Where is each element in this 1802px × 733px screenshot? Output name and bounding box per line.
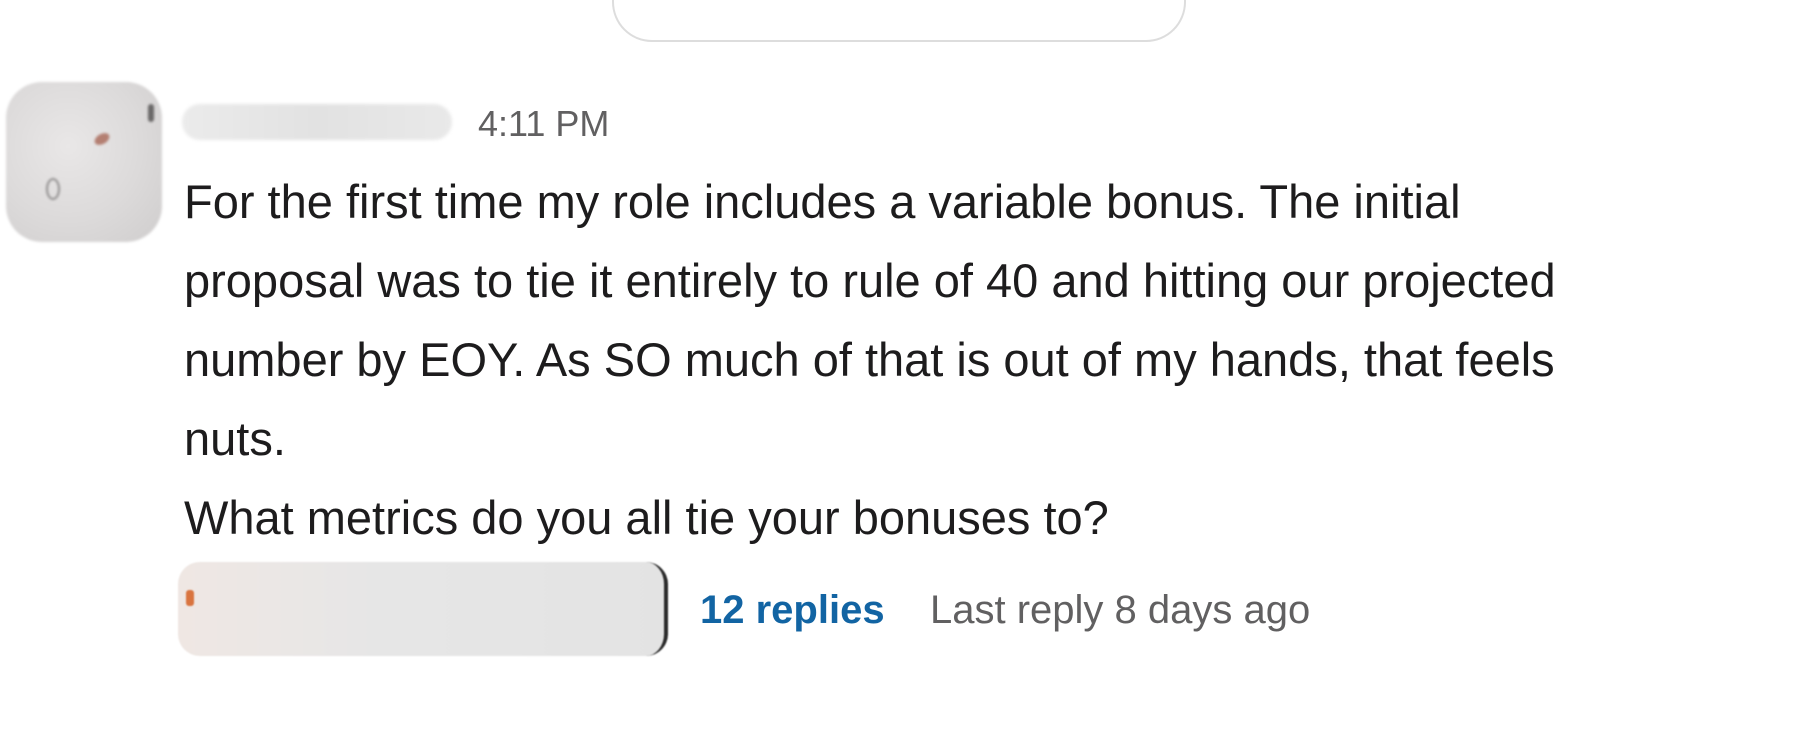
sender-name-redacted[interactable] xyxy=(182,104,452,140)
message-body: For the first time my role includes a va… xyxy=(184,162,1784,557)
date-divider-pill[interactable] xyxy=(612,0,1186,42)
message-line: nuts. xyxy=(184,412,286,465)
thread-replies-link[interactable]: 12 replies xyxy=(700,588,885,632)
avatar-detail xyxy=(46,178,60,200)
message-line: For the first time my role includes a va… xyxy=(184,175,1461,228)
thread-reply-avatars-redacted[interactable] xyxy=(178,562,668,656)
thread-last-reply-text: Last reply 8 days ago xyxy=(930,588,1311,632)
reply-avatar-detail xyxy=(186,590,194,606)
message-line: What metrics do you all tie your bonuses… xyxy=(184,491,1109,544)
message-line: proposal was to tie it entirely to rule … xyxy=(184,254,1556,307)
message-line: number by EOY. As SO much of that is out… xyxy=(184,333,1555,386)
avatar-detail xyxy=(148,104,154,122)
message-timestamp[interactable]: 4:11 PM xyxy=(478,104,609,144)
avatar[interactable] xyxy=(6,82,162,242)
avatar-detail xyxy=(92,130,112,148)
